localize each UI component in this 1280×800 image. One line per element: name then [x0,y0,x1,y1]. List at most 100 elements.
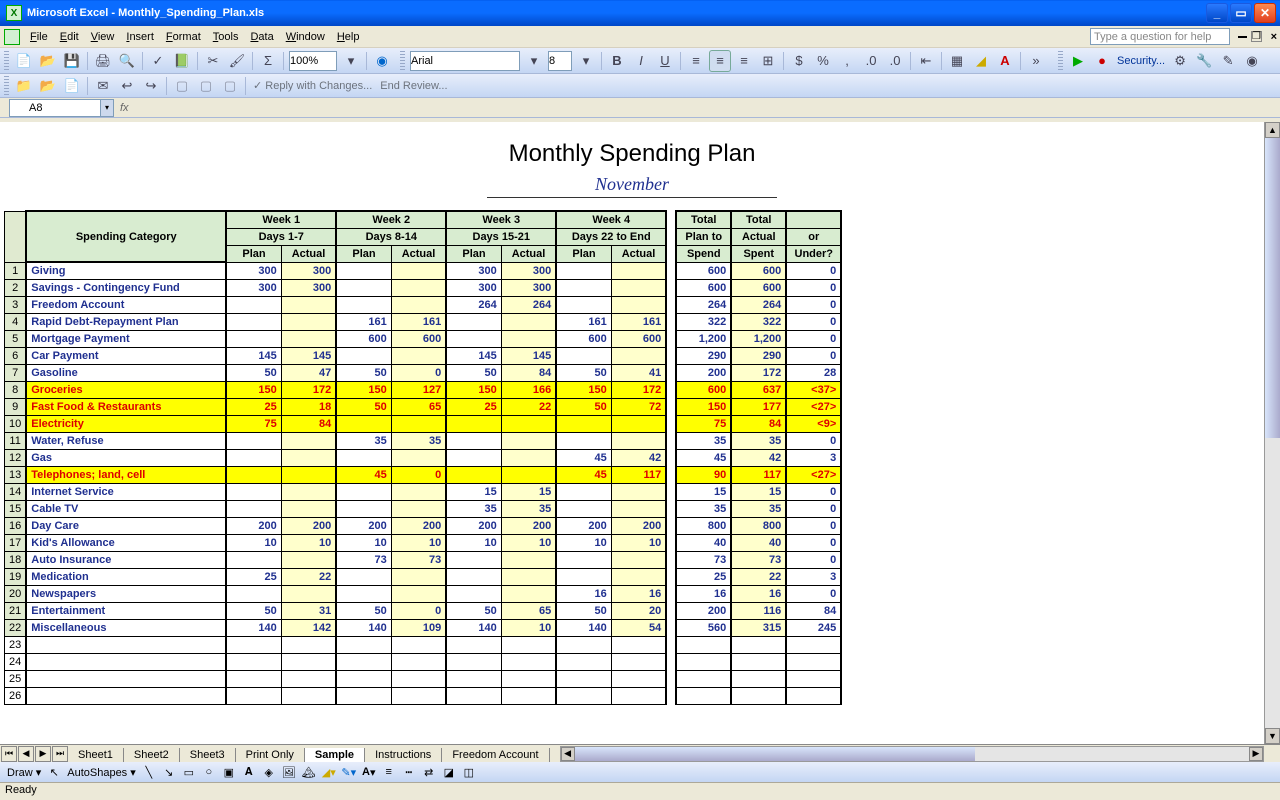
total-plan-cell[interactable]: 15 [676,483,731,500]
table-row[interactable]: 21Entertainment50315005065502020011684 [5,602,842,619]
category-cell[interactable]: Mortgage Payment [26,330,226,347]
plan-cell[interactable]: 140 [336,619,391,636]
tab-last-icon[interactable]: ⏭ [52,746,68,762]
over-under-cell[interactable]: <37> [786,381,841,398]
category-cell[interactable]: Kid's Allowance [26,534,226,551]
plan-cell[interactable] [556,636,611,653]
total-plan-cell[interactable] [676,653,731,670]
total-plan-cell[interactable]: 600 [676,262,731,279]
actual-cell[interactable]: 142 [281,619,336,636]
plan-cell[interactable] [226,500,281,517]
plan-cell[interactable]: 45 [556,449,611,466]
actual-cell[interactable]: 65 [391,398,446,415]
currency-icon[interactable]: $ [788,50,810,72]
diagram-icon[interactable]: ◈ [259,763,279,781]
total-actual-cell[interactable] [731,653,786,670]
scroll-down-icon[interactable]: ▼ [1265,728,1280,744]
oval-icon[interactable]: ○ [199,763,219,781]
plan-cell[interactable]: 50 [556,602,611,619]
rev4-icon[interactable]: ✉ [92,75,114,97]
table-row[interactable]: 15Cable TV353535350 [5,500,842,517]
actual-cell[interactable]: 16 [611,585,666,602]
actual-cell[interactable]: 35 [501,500,556,517]
plan-cell[interactable] [336,585,391,602]
fontcolor2-icon[interactable]: A▾ [359,763,379,781]
actual-cell[interactable] [501,585,556,602]
total-actual-cell[interactable]: 177 [731,398,786,415]
maximize-button[interactable]: ▭ [1230,3,1252,23]
over-under-cell[interactable]: 0 [786,483,841,500]
total-plan-cell[interactable]: 600 [676,381,731,398]
rect-icon[interactable]: ▭ [179,763,199,781]
actual-cell[interactable]: 84 [281,415,336,432]
textbox-icon[interactable]: ▣ [219,763,239,781]
category-cell[interactable]: Rapid Debt-Repayment Plan [26,313,226,330]
plan-cell[interactable] [336,296,391,313]
table-row[interactable]: 8Groceries150172150127150166150172600637… [5,381,842,398]
over-under-cell[interactable]: 0 [786,500,841,517]
table-row[interactable]: 13Telephones; land, cell4504511790117<27… [5,466,842,483]
over-under-cell[interactable]: <9> [786,415,841,432]
over-under-cell[interactable]: 0 [786,432,841,449]
align-right-icon[interactable]: ≡ [733,50,755,72]
sheet-tab-instructions[interactable]: Instructions [364,748,442,763]
category-cell[interactable]: Car Payment [26,347,226,364]
total-plan-cell[interactable]: 200 [676,602,731,619]
plan-cell[interactable] [446,670,501,687]
over-under-cell[interactable] [786,653,841,670]
table-row[interactable]: 7Gasoline50475005084504120017228 [5,364,842,381]
total-plan-cell[interactable]: 322 [676,313,731,330]
plan-cell[interactable] [556,687,611,704]
total-plan-cell[interactable]: 90 [676,466,731,483]
menu-format[interactable]: Format [160,29,207,45]
sheet-tab-sheet2[interactable]: Sheet2 [123,748,180,763]
actual-cell[interactable] [281,313,336,330]
doc-icon[interactable] [4,29,20,45]
actual-cell[interactable]: 161 [391,313,446,330]
total-plan-cell[interactable]: 264 [676,296,731,313]
plan-cell[interactable]: 264 [446,296,501,313]
category-cell[interactable]: Electricity [26,415,226,432]
fontsize-dropdown-icon[interactable]: ▾ [575,50,597,72]
actual-cell[interactable] [391,585,446,602]
actual-cell[interactable]: 0 [391,364,446,381]
menu-data[interactable]: Data [244,29,279,45]
total-plan-cell[interactable]: 290 [676,347,731,364]
border-icon[interactable]: ▦ [946,50,968,72]
table-row[interactable]: 10Electricity75847584<9> [5,415,842,432]
fontsize-select[interactable] [548,51,572,71]
rev9-icon[interactable]: ▢ [219,75,241,97]
plan-cell[interactable] [446,415,501,432]
actual-cell[interactable] [281,670,336,687]
category-cell[interactable]: Auto Insurance [26,551,226,568]
category-cell[interactable]: Giving [26,262,226,279]
actual-cell[interactable]: 127 [391,381,446,398]
actual-cell[interactable]: 200 [501,517,556,534]
actual-cell[interactable]: 172 [281,381,336,398]
plan-cell[interactable] [446,568,501,585]
bold-icon[interactable]: B [606,50,628,72]
plan-cell[interactable]: 35 [336,432,391,449]
font-dropdown-icon[interactable]: ▾ [523,50,545,72]
plan-cell[interactable]: 300 [446,262,501,279]
actual-cell[interactable] [611,500,666,517]
table-row[interactable]: 5Mortgage Payment6006006006001,2001,2000 [5,330,842,347]
plan-cell[interactable]: 300 [226,262,281,279]
actual-cell[interactable] [501,670,556,687]
tool4-icon[interactable]: ◉ [1241,50,1263,72]
actual-cell[interactable]: 42 [611,449,666,466]
actual-cell[interactable] [501,568,556,585]
plan-cell[interactable] [336,449,391,466]
plan-cell[interactable]: 25 [226,568,281,585]
actual-cell[interactable]: 22 [501,398,556,415]
plan-cell[interactable] [446,466,501,483]
actual-cell[interactable]: 166 [501,381,556,398]
record-icon[interactable]: ● [1091,50,1113,72]
actual-cell[interactable]: 41 [611,364,666,381]
actual-cell[interactable]: 72 [611,398,666,415]
font-select[interactable] [410,51,520,71]
3d-icon[interactable]: ◫ [459,763,479,781]
total-plan-cell[interactable]: 800 [676,517,731,534]
category-cell[interactable]: Telephones; land, cell [26,466,226,483]
actual-cell[interactable] [391,636,446,653]
